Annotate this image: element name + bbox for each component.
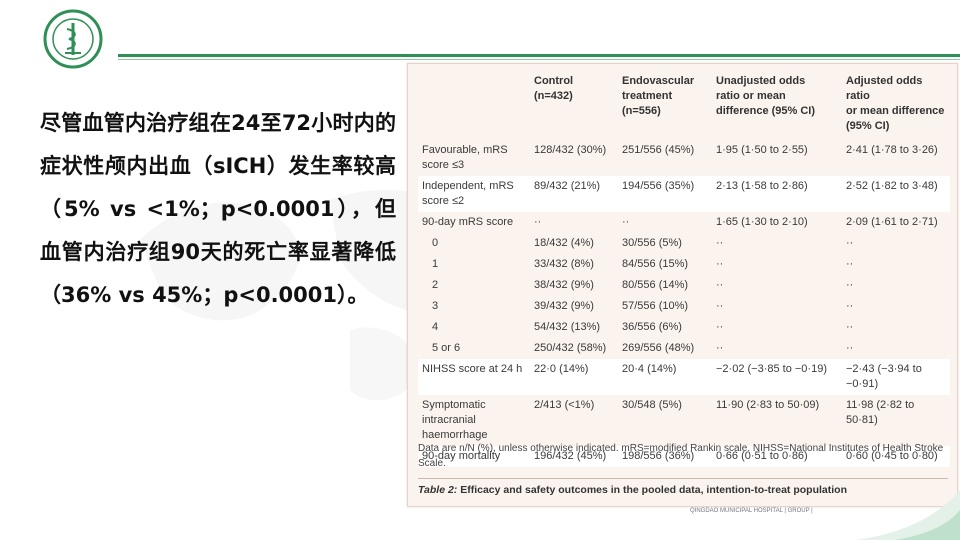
table-cell: Independent, mRS score ≤2 [418,176,530,212]
table-body: Favourable, mRS score ≤3 128/432 (30%) 2… [418,140,950,467]
header-cell: Adjusted odds ratio or mean difference (95… [846,75,945,132]
table-cell: ·· [622,216,630,228]
table-cell: 20·4 (14%) [618,359,712,395]
table-footnote: Data are n/N (%), unless otherwise indic… [418,443,944,469]
table-row: Favourable, mRS score ≤3 128/432 (30%) 2… [418,140,950,176]
hospital-seal-icon [43,9,103,69]
table-row: 4 54/432 (13%) 36/556 (6%) ·· ·· [418,317,950,338]
table-row: 3 39/432 (9%) 57/556 (10%) ·· ·· [418,296,950,317]
table-row: Independent, mRS score ≤2 89/432 (21%) 1… [418,176,950,212]
table-cell: ·· [846,321,854,333]
table-row: NIHSS score at 24 h 22·0 (14%) 20·4 (14%… [418,359,950,395]
table-cell: 33/432 (8%) [534,258,594,270]
header-cell: Endovascular treatment (n=556) [622,75,695,117]
table-cell: ·· [716,237,724,249]
table-cell: 128/432 (30%) [534,144,607,156]
table-row: Symptomatic intracranial haemorrhage 2/4… [418,395,950,446]
table-cell: 80/556 (14%) [622,279,689,291]
table-cell: 5 or 6 [432,342,461,354]
table-cell: 2·52 (1·82 to 3·48) [842,176,950,212]
table-cell: NIHSS score at 24 h [418,359,530,395]
table-cell: ·· [716,342,724,354]
table-cell: ·· [534,216,542,228]
table-cell: 11·90 (2·83 to 50·09) [716,399,820,411]
table-cell: ·· [716,258,724,270]
table-cell: 2·13 (1·58 to 2·86) [712,176,842,212]
table-cell: 11·98 (2·82 to 50·81) [846,399,915,426]
outcomes-table: Control (n=432) Endovascular treatment (n=5… [418,72,950,467]
table-cell: 18/432 (4%) [534,237,594,249]
table-cell: ·· [846,279,854,291]
table-cell: Favourable, mRS score ≤3 [422,144,508,171]
table-cell: ·· [716,321,724,333]
table-cell: 22·0 (14%) [530,359,618,395]
table-cell: 3 [432,300,439,312]
table-row: 90-day mRS score ·· ·· 1·65 (1·30 to 2·1… [418,212,950,233]
table-cell: 90-day mRS score [422,216,514,228]
table-cell: Symptomatic intracranial haemorrhage [422,399,488,441]
table-cell: 194/556 (35%) [618,176,712,212]
table-cell: ·· [716,300,724,312]
table-cell: 39/432 (9%) [534,300,594,312]
corner-decoration [855,490,960,540]
table-cell: ·· [846,300,854,312]
table-cell: 2·41 (1·78 to 3·26) [846,144,938,156]
table-cell: 2 [432,279,439,291]
table-cell: 57/556 (10%) [622,300,689,312]
table-cell: 38/432 (9%) [534,279,594,291]
table-cell: 1 [432,258,439,270]
summary-text: 尽管血管内治疗组在24至72小时内的症状性颅内出血（sICH）发生率较高（5% … [40,111,396,307]
table-row: 0 18/432 (4%) 30/556 (5%) ·· ·· [418,233,950,254]
table-row: 1 33/432 (8%) 84/556 (15%) ·· ·· [418,254,950,275]
table-cell: 251/556 (45%) [622,144,695,156]
table-cell: 2/413 (<1%) [534,399,595,411]
table-cell: 4 [432,321,439,333]
table-cell: ·· [846,258,854,270]
caption-rule [418,478,948,479]
header-rule-thin [118,59,960,60]
header-bar [0,0,960,69]
table-cell: 1·95 (1·50 to 2·55) [716,144,808,156]
table-row: 5 or 6 250/432 (58%) 269/556 (48%) ·· ·· [418,338,950,359]
table-cell: 2·09 (1·61 to 2·71) [846,216,938,228]
table-header-row: Control (n=432) Endovascular treatment (n=5… [418,72,950,140]
table-cell: 269/556 (48%) [622,342,695,354]
header-cell: Control (n=432) [534,75,574,102]
table-row: 2 38/432 (9%) 80/556 (14%) ·· ·· [418,275,950,296]
table-cell: 30/556 (5%) [622,237,682,249]
table-cell: 36/556 (6%) [622,321,682,333]
results-table-panel: Control (n=432) Endovascular treatment (n=5… [407,63,958,507]
header-rule [118,54,960,57]
caption-label: Table 2: [418,484,458,496]
header-cell [418,72,530,140]
table-cell: 54/432 (13%) [534,321,601,333]
table-cell: 0 [432,237,439,249]
table-cell: 30/548 (5%) [622,399,682,411]
table-cell: ·· [846,237,854,249]
table-cell: 89/432 (21%) [530,176,618,212]
table-cell: −2·02 (−3·85 to −0·19) [712,359,842,395]
table-cell: 1·65 (1·30 to 2·10) [716,216,808,228]
table-cell: −2·43 (−3·94 to −0·91) [842,359,950,395]
caption-text: Efficacy and safety outcomes in the pool… [457,484,847,496]
table-cell: ·· [716,279,724,291]
header-cell: Unadjusted odds ratio or mean difference (… [716,75,816,117]
table-cell: ·· [846,342,854,354]
table-cell: 250/432 (58%) [534,342,607,354]
table-cell: 84/556 (15%) [622,258,689,270]
